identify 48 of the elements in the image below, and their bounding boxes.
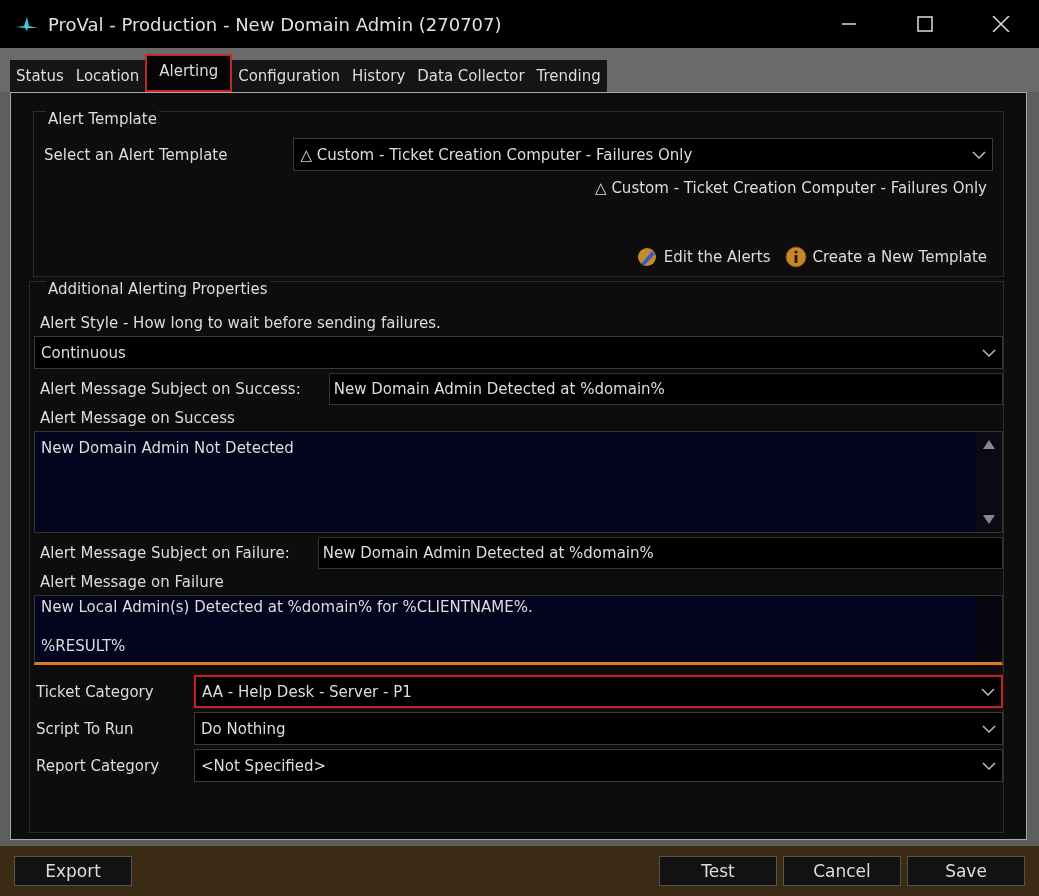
alert-style-dropdown[interactable]: Continuous: [34, 336, 1003, 369]
info-icon: [784, 246, 807, 268]
field-label: Report Category: [36, 756, 160, 775]
tab[interactable]: Trending: [530, 60, 607, 92]
message-field[interactable]: New Local Admin(s) Detected at %domain% for %CLIENTNAME%. %RESULT%: [34, 595, 1003, 665]
dropdown[interactable]: <Not Specified>: [194, 749, 1003, 782]
group-heading: Alert Template: [46, 110, 159, 128]
tab[interactable]: Data Collector: [411, 60, 531, 92]
chevron-icon: [981, 687, 995, 696]
scrollbar[interactable]: [976, 596, 1002, 662]
template-dropdown[interactable]: △ Custom - Ticket Creation Computer - Failures Only: [293, 138, 993, 171]
tab[interactable]: Location: [69, 60, 146, 92]
group-heading: Additional Alerting Properties: [46, 280, 270, 298]
scroll-down-icon[interactable]: [983, 515, 995, 524]
close-icon[interactable]: [990, 16, 1012, 32]
dropdown[interactable]: AA - Help Desk - Server - P1: [194, 675, 1003, 708]
maximize-icon[interactable]: [914, 16, 936, 32]
scrollbar[interactable]: [976, 432, 1002, 532]
export-button[interactable]: Export: [14, 856, 132, 886]
template-name: △ Custom - Ticket Creation Computer - Failures Only: [595, 179, 987, 197]
window-title: ProVal - Production - New Domain Admin (270707): [48, 13, 503, 35]
field-label: Select an Alert Template: [44, 145, 228, 164]
field-label: Alert Style - How long to wait before sending failures.: [39, 314, 442, 332]
dialog-button[interactable]: Save: [907, 856, 1025, 886]
chevron-icon: [982, 348, 996, 357]
tab[interactable]: Alerting: [145, 54, 233, 92]
field-label: Script To Run: [36, 719, 135, 738]
tab[interactable]: History: [345, 60, 412, 92]
scroll-up-icon[interactable]: [983, 440, 995, 449]
field-label: Alert Message Subject on Failure:: [40, 544, 290, 562]
field-label: Ticket Category: [36, 682, 155, 701]
field-label: Alert Message Subject on Success:: [40, 380, 301, 398]
chevron-icon: [982, 761, 996, 770]
chevron-icon: [972, 150, 986, 159]
dropdown[interactable]: Do Nothing: [194, 712, 1003, 745]
subject-field[interactable]: New Domain Admin Detected at %domain%: [317, 537, 1003, 569]
field-label: Alert Message on Failure: [39, 573, 225, 591]
tab[interactable]: Status: [10, 60, 70, 92]
dialog-button[interactable]: Cancel: [783, 856, 901, 886]
link[interactable]: Edit the Alerts: [635, 246, 771, 268]
pencil-badge-icon: [635, 246, 658, 268]
link[interactable]: Create a New Template: [784, 246, 987, 268]
dialog-button[interactable]: Test: [659, 856, 777, 886]
message-field[interactable]: New Domain Admin Not Detected: [34, 431, 1003, 533]
chevron-icon: [982, 724, 996, 733]
field-label: Alert Message on Success: [39, 409, 236, 427]
tab[interactable]: Configuration: [232, 60, 346, 92]
subject-field[interactable]: New Domain Admin Detected at %domain%: [328, 373, 1003, 405]
